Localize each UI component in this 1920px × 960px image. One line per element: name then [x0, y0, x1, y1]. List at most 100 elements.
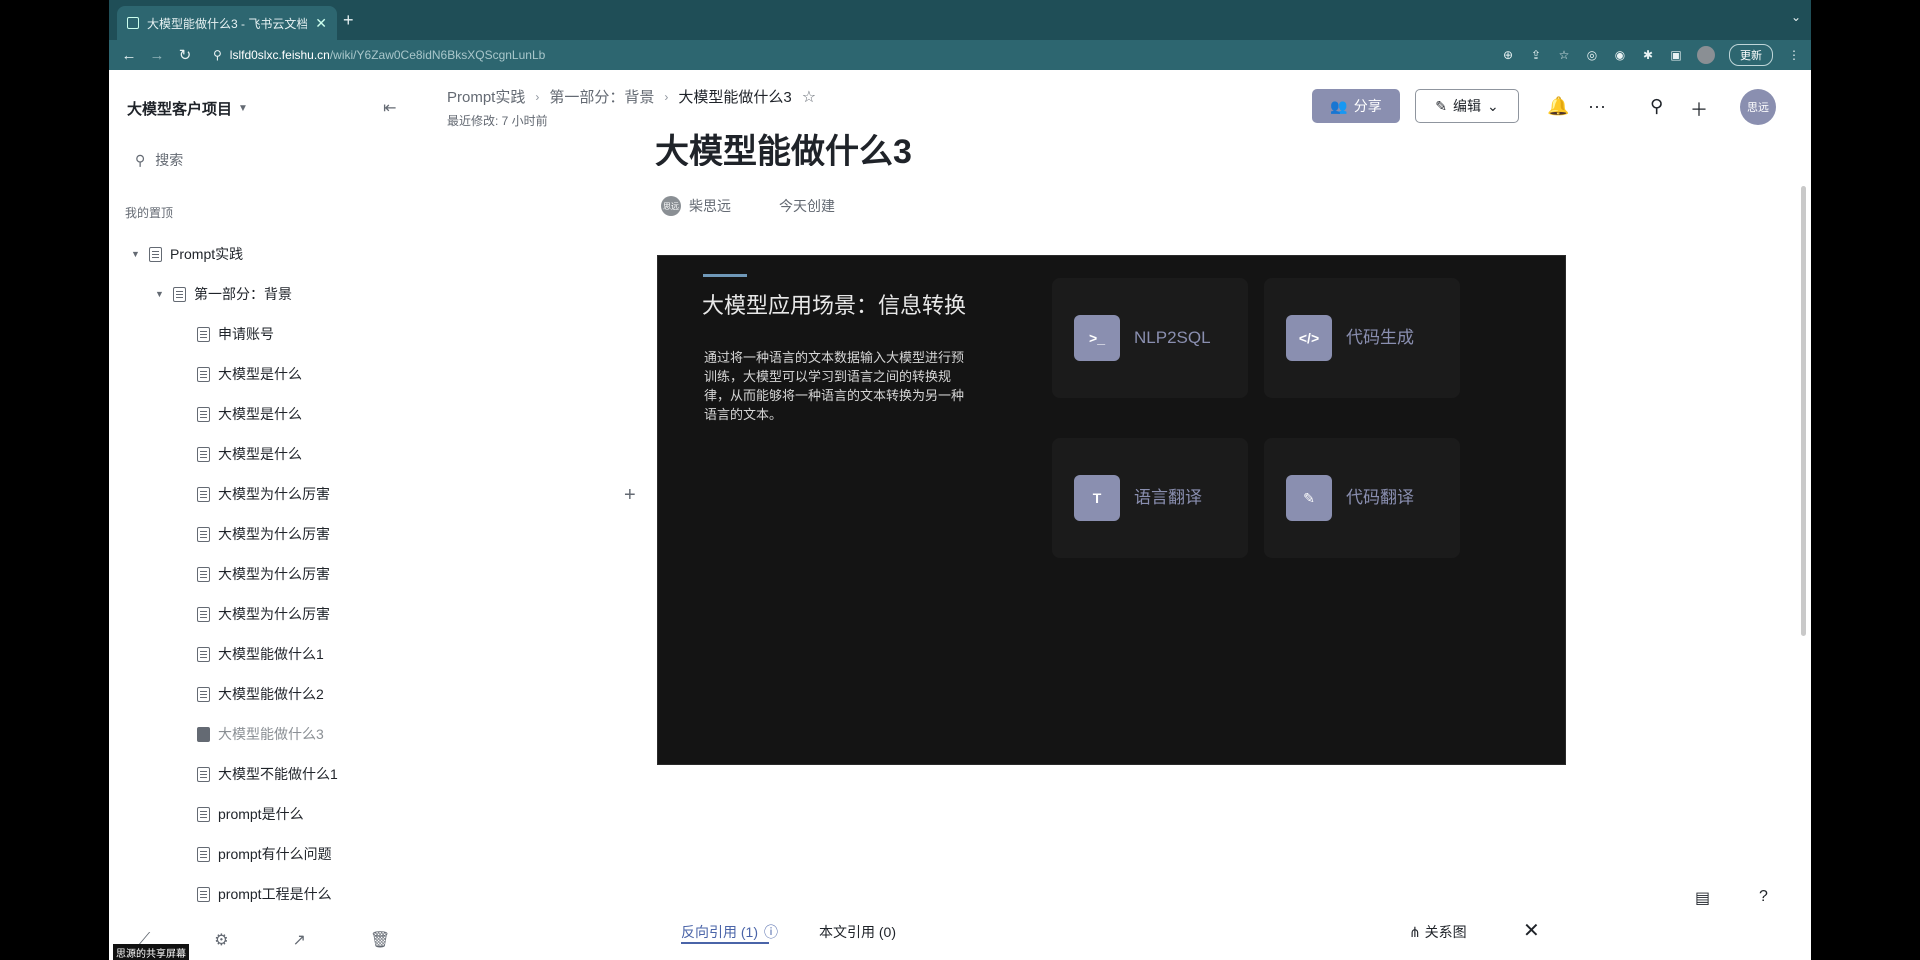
- author-name[interactable]: 柴思远: [689, 196, 731, 216]
- space-title: 大模型客户项目: [127, 101, 233, 118]
- collapse-sidebar-icon[interactable]: ⇤: [383, 98, 396, 118]
- text-icon: T: [1074, 475, 1120, 521]
- tree-item[interactable]: 申请账号: [197, 314, 274, 354]
- edit-mode-button[interactable]: ✎ 编辑 ⌄: [1415, 89, 1519, 123]
- share-button[interactable]: 👥 分享: [1312, 89, 1400, 123]
- slide-title: 大模型应用场景：信息转换: [702, 293, 967, 318]
- question-circle-icon[interactable]: ⓘ: [764, 922, 778, 942]
- bookmark-star-icon[interactable]: ☆: [1557, 48, 1571, 62]
- document-icon: [197, 686, 210, 702]
- document-icon: [197, 526, 210, 542]
- site-info-icon[interactable]: ⚲: [213, 48, 222, 62]
- tree-item-active[interactable]: 大模型能做什么3: [197, 714, 324, 754]
- update-button[interactable]: 更新: [1729, 44, 1773, 66]
- tree-item[interactable]: prompt有什么问题: [197, 834, 332, 874]
- sidebar-search[interactable]: ⚲ 搜索: [135, 150, 183, 170]
- trash-icon[interactable]: 🗑: [370, 930, 390, 950]
- tree-item-label: prompt工程是什么: [218, 886, 332, 902]
- slide-image: 大模型应用场景：信息转换 通过将一种语言的文本数据输入大模型进行预训练，大模型可…: [657, 255, 1566, 765]
- document-icon: [173, 286, 186, 302]
- tree-item-label: 大模型为什么厉害: [218, 486, 330, 502]
- bell-icon[interactable]: 🔔: [1547, 96, 1569, 117]
- reload-icon[interactable]: ↻: [171, 46, 199, 64]
- space-switcher[interactable]: 大模型客户项目 ▼: [127, 98, 248, 119]
- tree-item-label: Prompt实践: [170, 246, 244, 262]
- browser-tab[interactable]: 大模型能做什么3 - 飞书云文档 ✕: [117, 6, 337, 40]
- terminal-icon: >_: [1074, 315, 1120, 361]
- close-tab-icon[interactable]: ✕: [315, 15, 327, 32]
- tab-backlinks[interactable]: 反向引用 (1) ⓘ: [681, 922, 778, 942]
- scrollbar[interactable]: [1801, 186, 1806, 636]
- page-title[interactable]: 大模型能做什么3: [655, 126, 912, 166]
- sidepanel-icon[interactable]: ▣: [1669, 48, 1683, 62]
- card-label: NLP2SQL: [1134, 328, 1211, 347]
- tree-item-label: 大模型能做什么1: [218, 646, 324, 662]
- document-icon: [197, 726, 210, 742]
- close-panel-icon[interactable]: ✕: [1523, 918, 1540, 943]
- tree-item[interactable]: prompt是什么: [197, 794, 304, 834]
- graph-nodes-icon: ⋔: [1409, 924, 1421, 940]
- document-icon: [197, 846, 210, 862]
- document-icon: [197, 486, 210, 502]
- tree-item[interactable]: 大模型是什么: [197, 394, 302, 434]
- document-icon: [197, 326, 210, 342]
- tree-item[interactable]: 大模型是什么: [197, 354, 302, 394]
- tree-item[interactable]: 大模型为什么厉害: [197, 594, 330, 634]
- breadcrumb-current: 大模型能做什么3: [678, 89, 792, 106]
- tree-item[interactable]: prompt工程是什么: [197, 874, 332, 914]
- author-avatar[interactable]: 思远: [661, 196, 681, 216]
- search-icon[interactable]: ⚲: [1650, 96, 1663, 117]
- tree-item[interactable]: 大模型是什么: [197, 434, 302, 474]
- tree-item-label: 大模型是什么: [218, 366, 302, 382]
- back-icon[interactable]: ←: [115, 47, 143, 64]
- expand-triangle-icon[interactable]: ▼: [155, 289, 165, 299]
- tree-item-label: 大模型为什么厉害: [218, 526, 330, 542]
- tab-references[interactable]: 本文引用 (0): [819, 922, 896, 942]
- doc-outline-icon[interactable]: ▤: [1695, 888, 1710, 908]
- tree-item[interactable]: ▼ 第一部分：背景: [155, 274, 292, 314]
- expand-triangle-icon[interactable]: ▼: [131, 249, 141, 259]
- scenario-card: ✎ 代码翻译: [1264, 438, 1460, 558]
- share-arrow-icon[interactable]: ↗: [293, 930, 306, 950]
- card-label: 代码翻译: [1346, 488, 1414, 507]
- tab-list-chevron-icon[interactable]: ⌄: [1791, 10, 1801, 24]
- tab-title: 大模型能做什么3 - 飞书云文档: [147, 16, 308, 31]
- add-icon[interactable]: ＋: [1690, 96, 1708, 122]
- favorite-star-icon[interactable]: ☆: [802, 87, 816, 107]
- more-menu-icon[interactable]: ⋮: [1787, 48, 1801, 62]
- tree-item[interactable]: 大模型能做什么1: [197, 634, 324, 674]
- tree-item[interactable]: 大模型能做什么2: [197, 674, 324, 714]
- relation-graph-button[interactable]: ⋔ 关系图: [1409, 922, 1467, 942]
- slide-accent-line: [703, 274, 747, 277]
- puzzle-icon[interactable]: ✱: [1641, 48, 1655, 62]
- breadcrumb-item[interactable]: 第一部分：背景: [549, 86, 654, 107]
- address-bar[interactable]: ⚲ lslfd0slxc.feishu.cn/wiki/Y6Zaw0Ce8idN…: [213, 48, 1501, 62]
- forward-icon[interactable]: →: [143, 47, 171, 64]
- tree-item[interactable]: 大模型为什么厉害: [197, 554, 330, 594]
- tree-item-label: 大模型为什么厉害: [218, 566, 330, 582]
- chevron-down-icon: ⌄: [1487, 97, 1499, 114]
- extension-2-icon[interactable]: ◉: [1613, 48, 1627, 62]
- share-page-icon[interactable]: ⇪: [1529, 48, 1543, 62]
- tree-item[interactable]: ▼ Prompt实践: [131, 234, 243, 274]
- caret-down-icon: ▼: [238, 103, 248, 114]
- user-avatar[interactable]: 思远: [1740, 89, 1776, 125]
- screen-share-badge: 思源的共享屏幕: [113, 944, 189, 960]
- search-label: 搜索: [155, 152, 184, 168]
- more-options-icon[interactable]: ···: [1588, 96, 1606, 117]
- document-icon: [197, 646, 210, 662]
- tree-item-label: 申请账号: [218, 326, 274, 342]
- tree-item[interactable]: 大模型为什么厉害: [197, 474, 330, 514]
- add-block-icon[interactable]: +: [624, 484, 636, 507]
- document-icon: [197, 606, 210, 622]
- settings-gear-icon[interactable]: ⚙: [214, 930, 228, 950]
- help-icon[interactable]: ?: [1759, 888, 1768, 906]
- breadcrumb-item[interactable]: Prompt实践: [447, 86, 525, 107]
- profile-avatar[interactable]: [1697, 46, 1715, 64]
- tree-item[interactable]: 大模型为什么厉害: [197, 514, 330, 554]
- new-tab-icon[interactable]: +: [343, 10, 354, 31]
- extension-icon[interactable]: ◎: [1585, 48, 1599, 62]
- active-tab-indicator: [681, 942, 769, 944]
- tree-item[interactable]: 大模型不能做什么1: [197, 754, 338, 794]
- zoom-icon[interactable]: ⊕: [1501, 48, 1515, 62]
